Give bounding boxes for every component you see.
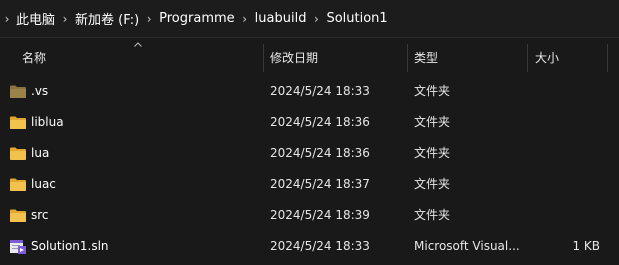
breadcrumb: › 此电脑 › 新加卷 (F:) › Programme › luabuild … (0, 0, 619, 37)
file-date: 2024/5/24 18:39 (270, 208, 370, 222)
file-type: 文件夹 (414, 146, 451, 160)
folder-hidden-icon (10, 85, 26, 98)
file-date: 2024/5/24 18:36 (270, 115, 370, 129)
column-header-name[interactable]: 名称 (22, 44, 46, 72)
folder-icon (10, 116, 26, 129)
file-type: 文件夹 (414, 177, 451, 191)
file-type: Microsoft Visual... (414, 239, 520, 253)
breadcrumb-item-solution1[interactable]: Solution1 (324, 11, 389, 26)
visual-studio-solution-icon (10, 240, 26, 254)
file-date: 2024/5/24 18:36 (270, 146, 370, 160)
chevron-right-icon[interactable]: › (308, 12, 324, 26)
chevron-right-icon[interactable]: › (0, 12, 14, 26)
file-name: liblua (31, 115, 64, 129)
column-header-row: 名称 修改日期 类型 大小 (0, 44, 619, 72)
file-row[interactable]: src 2024/5/24 18:39 文件夹 (0, 200, 619, 231)
column-header-date[interactable]: 修改日期 (270, 44, 318, 72)
chevron-right-icon[interactable]: › (141, 12, 157, 26)
file-name: src (31, 208, 49, 222)
file-row[interactable]: luac 2024/5/24 18:37 文件夹 (0, 169, 619, 200)
column-resize-handle[interactable] (407, 44, 408, 72)
file-date: 2024/5/24 18:37 (270, 177, 370, 191)
column-resize-handle[interactable] (607, 44, 608, 72)
column-resize-handle[interactable] (263, 44, 264, 72)
file-date: 2024/5/24 18:33 (270, 239, 370, 253)
file-name: .vs (31, 84, 49, 98)
file-row[interactable]: lua 2024/5/24 18:36 文件夹 (0, 138, 619, 169)
file-size: 1 KB (572, 239, 600, 253)
file-row[interactable]: .vs 2024/5/24 18:33 文件夹 (0, 76, 619, 107)
file-name: Solution1.sln (31, 239, 109, 253)
file-type: 文件夹 (414, 84, 451, 98)
file-name: lua (31, 146, 50, 160)
breadcrumb-item-this-pc[interactable]: 此电脑 (14, 9, 57, 28)
column-header-type[interactable]: 类型 (414, 44, 438, 72)
breadcrumb-item-programme[interactable]: Programme (157, 11, 237, 26)
chevron-right-icon[interactable]: › (57, 12, 73, 26)
folder-icon (10, 178, 26, 191)
breadcrumb-item-drive[interactable]: 新加卷 (F:) (73, 9, 141, 28)
column-resize-handle[interactable] (527, 44, 528, 72)
folder-icon (10, 147, 26, 160)
folder-icon (10, 209, 26, 222)
chevron-right-icon[interactable]: › (237, 12, 253, 26)
file-date: 2024/5/24 18:33 (270, 84, 370, 98)
file-type: 文件夹 (414, 208, 451, 222)
breadcrumb-item-luabuild[interactable]: luabuild (253, 11, 309, 26)
column-header-size[interactable]: 大小 (535, 44, 559, 72)
file-row[interactable]: liblua 2024/5/24 18:36 文件夹 (0, 107, 619, 138)
file-name: luac (31, 177, 56, 191)
file-type: 文件夹 (414, 115, 451, 129)
file-row[interactable]: Solution1.sln 2024/5/24 18:33 Microsoft … (0, 231, 619, 262)
toolbar-divider (0, 37, 619, 38)
